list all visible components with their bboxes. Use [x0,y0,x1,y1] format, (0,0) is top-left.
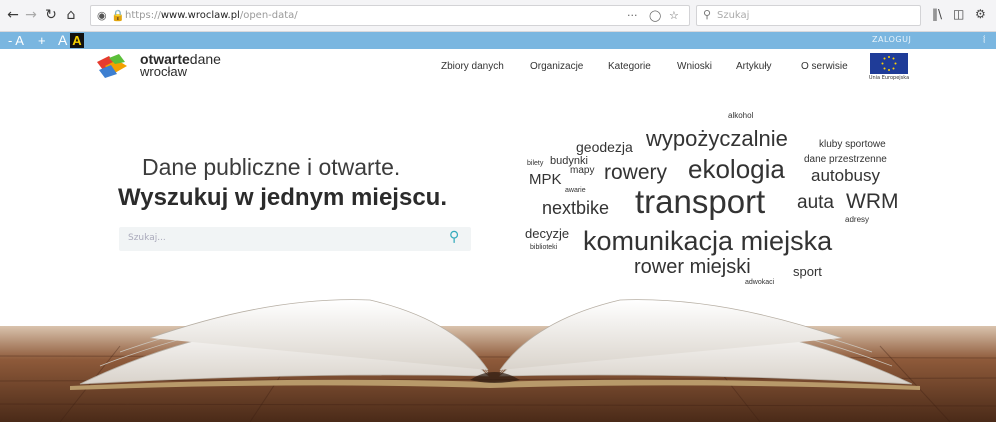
hero-search-placeholder: Szukaj... [128,233,166,243]
home-icon[interactable]: ⌂ [62,6,80,24]
nav-categories[interactable]: Kategorie [608,61,651,72]
bookmark-star-icon[interactable]: ☆ [669,9,679,22]
forward-icon[interactable]: → [22,6,40,24]
shield-icon[interactable]: ◉ [97,9,107,22]
tag-decyzje[interactable]: decyzje [525,227,569,240]
nav-about[interactable]: O serwisie [801,61,848,72]
tag-dane-przestrzenne[interactable]: dane przestrzenne [804,155,887,165]
font-increase-button[interactable]: + [38,32,46,49]
tag-mpk[interactable]: MPK [529,172,562,187]
high-contrast-button[interactable]: A [70,33,84,48]
tag-wypozyczalnie[interactable]: wypożyczalnie [646,128,788,150]
nav-organizations[interactable]: Organizacje [530,61,583,72]
back-icon[interactable]: ← [4,6,22,24]
nav-datasets[interactable]: Zbiory danych [441,61,504,72]
tag-adwokaci[interactable]: adwokaci [745,279,774,286]
tag-alkohol[interactable]: alkohol [728,112,753,120]
tag-komunikacja-miejska[interactable]: komunikacja miejska [583,228,832,255]
rss-icon[interactable]: ⧙ [983,33,985,47]
tag-wrm[interactable]: WRM [846,191,898,212]
browser-search-field[interactable]: ⚲ Szukaj [696,5,921,26]
eu-label: Unia Europejska [868,75,910,81]
logo-city[interactable]: wrocław [140,65,187,78]
tag-kluby-sportowe[interactable]: kluby sportowe [819,140,886,150]
accessibility-bar: - A + A A ZALOGUJ ⧙ [0,32,996,49]
search-icon[interactable]: ⚲ [449,229,459,245]
browser-toolbar: ← → ↻ ⌂ ◉ 🔒 https://www.wroclaw.pl/open-… [0,0,996,32]
hero-heading: Dane publiczne i otwarte. [142,154,401,180]
font-decrease-button[interactable]: - A [8,32,24,49]
search-icon: ⚲ [703,8,712,21]
address-bar[interactable]: ◉ 🔒 https://www.wroclaw.pl/open-data/ ··… [90,5,690,26]
sidebar-icon[interactable]: ◫ [953,7,964,21]
tag-awarie[interactable]: awarie [565,187,586,194]
lock-icon[interactable]: 🔒 [111,9,125,22]
logo-icon[interactable] [95,52,129,78]
tag-sport[interactable]: sport [793,265,822,278]
tag-bilety[interactable]: bilety [527,160,543,167]
browser-search-placeholder: Szukaj [717,10,750,21]
tag-autobusy[interactable]: autobusy [811,167,880,184]
tag-rower-miejski[interactable]: rower miejski [634,257,751,277]
book-hero-image [0,299,996,422]
tag-nextbike[interactable]: nextbike [542,199,609,217]
page-actions-icon[interactable]: ··· [627,9,638,22]
tag-biblioteki[interactable]: biblioteki [530,244,557,251]
nav-requests[interactable]: Wnioski [677,61,712,72]
tag-adresy[interactable]: adresy [845,216,869,224]
library-icon[interactable]: ‖\ [932,7,942,21]
tag-ekologia[interactable]: ekologia [688,156,785,182]
eu-flag-icon[interactable] [870,53,908,74]
tag-transport[interactable]: transport [635,185,765,218]
pocket-icon[interactable]: ◯ [649,9,661,22]
extension-icon[interactable]: ⚙ [975,7,986,21]
login-link[interactable]: ZALOGUJ [872,35,911,44]
tag-mapy[interactable]: mapy [570,166,594,176]
tag-auta[interactable]: auta [797,193,834,212]
tag-rowery[interactable]: rowery [604,162,667,183]
reload-icon[interactable]: ↻ [42,6,60,24]
url-text: https://www.wroclaw.pl/open-data/ [125,10,298,21]
hero-subheading: Wyszukuj w jednym miejscu. [118,184,447,211]
hero-search-input[interactable]: Szukaj... ⚲ [119,227,471,251]
tag-geodezja[interactable]: geodezja [576,140,633,154]
font-normal-button[interactable]: A [58,32,67,49]
nav-articles[interactable]: Artykuły [736,61,772,72]
